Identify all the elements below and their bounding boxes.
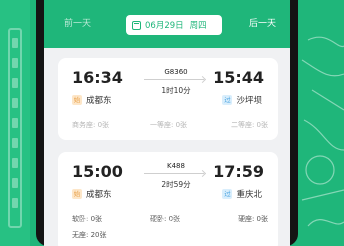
train-number: K488: [167, 162, 185, 170]
seat-second-class: 二等座: 0张: [230, 121, 268, 129]
film-strip-decoration: [8, 28, 22, 228]
right-decoration: [298, 0, 344, 246]
route-arrow-icon: [144, 173, 204, 174]
left-decoration: [0, 0, 30, 246]
watermark: 晨 · 下载 · SIKLED.COM: [78, 217, 242, 232]
arrival-station: 过 重庆北: [222, 188, 262, 200]
selected-date: 06月29日: [145, 21, 184, 31]
travel-duration: 1时10分: [161, 86, 191, 95]
app-screen: 前一天 06月29日 周四 后一天 16:34 G8360 1时10分 15:4…: [44, 0, 290, 246]
start-tag-icon: 始: [72, 95, 82, 105]
train-card[interactable]: 16:34 G8360 1时10分 15:44 始 成都东 过 沙坪坝 商务座:…: [58, 58, 278, 140]
train-number: G8360: [164, 68, 188, 76]
departure-station-name: 成都东: [86, 96, 112, 106]
calendar-icon: [132, 20, 141, 30]
departure-station: 始 成都东: [72, 94, 112, 106]
previous-day-button[interactable]: 前一天: [64, 16, 91, 29]
seat-first-class: 一等座: 0张: [150, 121, 188, 129]
arrival-time: 17:59: [213, 162, 264, 181]
start-tag-icon: 始: [72, 189, 82, 199]
departure-station-name: 成都东: [86, 190, 112, 200]
travel-duration: 2时59分: [161, 180, 191, 189]
seat-hard-seat: 硬座: 0张: [237, 215, 268, 223]
pass-tag-icon: 过: [222, 95, 233, 105]
arrival-station-name: 沙坪坝: [236, 96, 262, 106]
next-day-button[interactable]: 后一天: [249, 16, 276, 29]
departure-time: 16:34: [72, 68, 123, 87]
pass-tag-icon: 过: [222, 189, 233, 199]
selected-weekday: 周四: [189, 21, 207, 31]
date-header: 前一天 06月29日 周四 后一天: [44, 0, 290, 48]
arrival-station-name: 重庆北: [236, 190, 262, 200]
date-picker[interactable]: 06月29日 周四: [126, 15, 222, 35]
arrival-station: 过 沙坪坝: [222, 94, 262, 106]
departure-time: 15:00: [72, 162, 123, 181]
departure-station: 始 成都东: [72, 188, 112, 200]
arrival-time: 15:44: [213, 68, 264, 87]
route-arrow-icon: [144, 79, 204, 80]
seat-business: 商务座: 0张: [72, 121, 110, 129]
